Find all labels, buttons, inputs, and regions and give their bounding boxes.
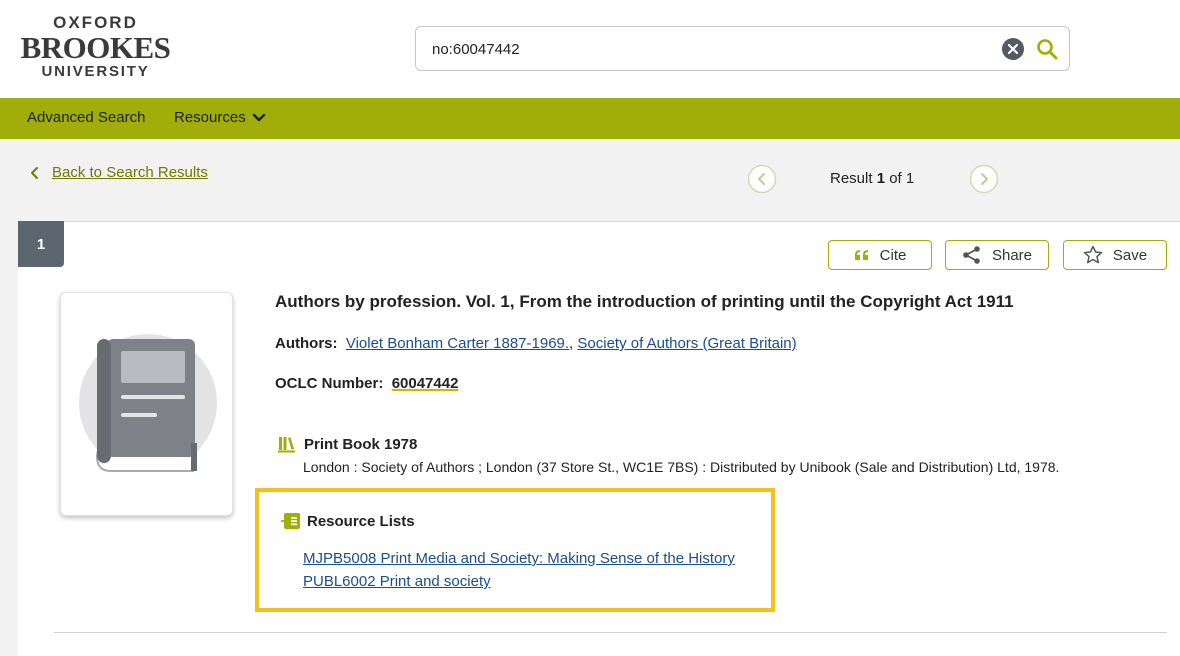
format-title: Print Book 1978 — [304, 435, 418, 453]
result-counter-suffix: of 1 — [885, 170, 915, 187]
result-counter: Result 1 of 1 — [830, 170, 914, 187]
main-nav: Advanced Search Resources — [0, 98, 1180, 139]
clear-search-button[interactable] — [1002, 38, 1024, 60]
clear-icon — [1007, 43, 1019, 55]
cite-button[interactable]: Cite — [828, 240, 932, 270]
resource-lists-label: Resource Lists — [307, 512, 415, 530]
search-box — [415, 26, 1070, 71]
oclc-number: 60047442 — [391, 375, 459, 392]
resource-list-link[interactable]: MJPB5008 Print Media and Society: Making… — [303, 550, 735, 567]
resource-lists-box: Resource Lists MJPB5008 Print Media and … — [255, 488, 775, 612]
save-label: Save — [1112, 246, 1148, 264]
chevron-left-icon — [747, 164, 777, 194]
nav-resources-label: Resources — [174, 109, 246, 126]
next-result-button[interactable] — [969, 164, 999, 194]
author-link[interactable]: Violet Bonham Carter 1887-1969. — [346, 335, 569, 352]
resource-list-link[interactable]: PUBL6002 Print and society — [303, 573, 491, 590]
previous-result-button[interactable] — [747, 164, 777, 194]
logo-line-2: BROOKES — [20, 30, 171, 65]
chevron-down-icon — [252, 113, 265, 121]
book-icon — [79, 334, 217, 472]
nav-resources[interactable]: Resources — [174, 109, 266, 126]
divider — [54, 632, 1167, 633]
back-to-results-link[interactable]: Back to Search Results — [52, 164, 208, 181]
publication-info: London : Society of Authors ; London (37… — [303, 459, 1060, 475]
nav-advanced-search[interactable]: Advanced Search — [27, 109, 145, 126]
record-title: Authors by profession. Vol. 1, From the … — [275, 292, 1014, 311]
authors-label: Authors: — [275, 335, 338, 352]
share-label: Share — [991, 246, 1033, 264]
logo-line-3: UNIVERSITY — [41, 63, 150, 80]
university-logo[interactable]: OXFORD BROOKES UNIVERSITY — [18, 14, 173, 79]
cite-label: Cite — [879, 246, 907, 264]
quote-icon — [854, 250, 868, 260]
resource-lists-heading: Resource Lists — [281, 512, 415, 530]
oclc-label: OCLC Number: — [275, 375, 384, 392]
result-current: 1 — [876, 170, 886, 187]
book-cover-thumbnail[interactable] — [60, 292, 233, 516]
chevron-left-icon — [31, 166, 38, 179]
books-icon — [278, 437, 295, 453]
author-link[interactable]: Society of Authors (Great Britain) — [577, 335, 796, 352]
logo-line-1: OXFORD — [53, 13, 138, 32]
format-row: Print Book 1978 — [278, 435, 417, 453]
star-icon — [1083, 245, 1103, 264]
back-to-results[interactable]: Back to Search Results — [30, 164, 208, 181]
chevron-right-icon — [969, 164, 999, 194]
oclc-row: OCLC Number: 60047442 — [275, 375, 458, 392]
author-separator: , — [569, 335, 574, 352]
resource-list-icon — [281, 513, 300, 529]
search-button[interactable] — [1034, 36, 1060, 62]
search-input[interactable] — [432, 37, 992, 61]
result-number-badge: 1 — [18, 221, 64, 267]
share-icon — [963, 246, 980, 264]
share-button[interactable]: Share — [945, 240, 1049, 270]
result-counter-prefix: Result — [830, 170, 877, 187]
authors-row: Authors: Violet Bonham Carter 1887-1969.… — [275, 335, 797, 352]
header: OXFORD BROOKES UNIVERSITY — [0, 0, 1180, 98]
search-icon — [1037, 39, 1058, 60]
save-button[interactable]: Save — [1063, 240, 1167, 270]
